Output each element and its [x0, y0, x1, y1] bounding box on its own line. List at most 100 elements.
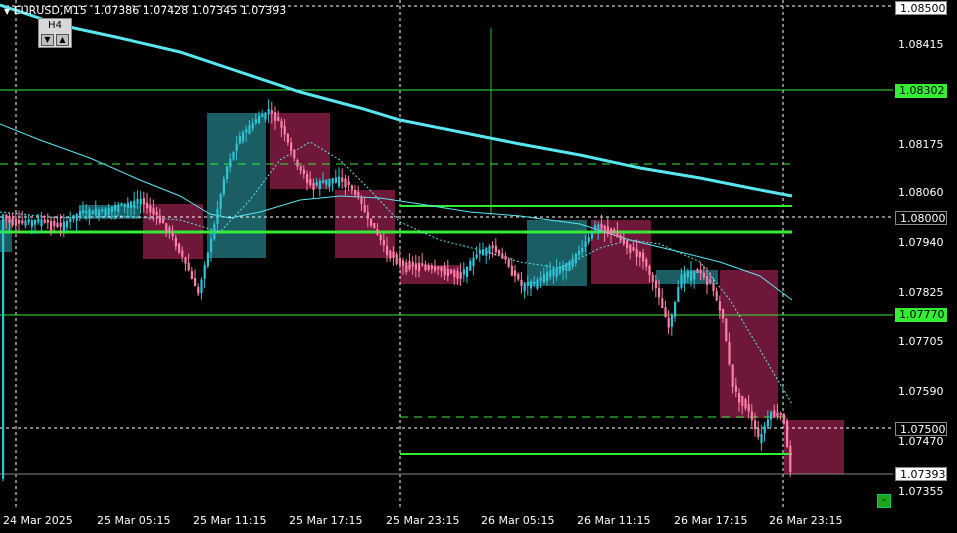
- candle-body: [421, 263, 424, 266]
- candle-body: [610, 228, 613, 235]
- candle-body: [709, 279, 712, 283]
- timeframe-up-button[interactable]: ▲: [56, 34, 69, 46]
- candle-body: [424, 264, 427, 271]
- candle-body: [91, 210, 94, 215]
- candle-body: [379, 234, 382, 241]
- symbol-name: EURUSD,M15: [13, 4, 87, 17]
- candle-body: [510, 265, 513, 276]
- time-label: 25 Mar 23:15: [386, 514, 460, 527]
- candle-body: [520, 279, 523, 286]
- candle-body: [101, 208, 104, 212]
- price-label: 1.08060: [898, 186, 944, 199]
- candle-body: [491, 245, 494, 249]
- candle-body: [418, 262, 421, 272]
- timeframe-down-button[interactable]: ▼: [41, 34, 54, 46]
- candle-body: [357, 191, 360, 198]
- candle-body: [766, 419, 769, 427]
- candle-body: [482, 249, 485, 256]
- candle-body: [776, 412, 779, 417]
- candle-body: [290, 142, 293, 152]
- price-label: 1.07940: [898, 236, 944, 249]
- candle-body: [322, 180, 325, 183]
- candle-body: [414, 263, 417, 270]
- candle-body: [539, 277, 542, 281]
- candle-body: [789, 445, 792, 472]
- candle-body: [722, 309, 725, 319]
- candle-body: [568, 261, 571, 272]
- candle-body: [69, 218, 72, 222]
- candle-body: [494, 245, 497, 253]
- candle-body: [354, 190, 357, 196]
- candle-body: [146, 202, 149, 209]
- chart-window[interactable]: { "title": { "symbol_line": "EURUSD,M15"…: [0, 0, 957, 533]
- candle-body: [376, 229, 379, 235]
- candle-body: [530, 281, 533, 289]
- time-label: 25 Mar 05:15: [97, 514, 171, 527]
- candle-body: [763, 425, 766, 434]
- candle-body: [408, 260, 411, 270]
- time-label: 25 Mar 17:15: [289, 514, 363, 527]
- candle-body: [126, 202, 129, 209]
- candle-body: [744, 399, 747, 409]
- candle-body: [558, 266, 561, 274]
- price-chart-plot[interactable]: [0, 0, 893, 510]
- candle-body: [402, 260, 405, 266]
- candle-body: [56, 222, 59, 227]
- candle-body: [603, 225, 606, 234]
- candle-body: [66, 221, 69, 228]
- candle-body: [104, 208, 107, 217]
- price-label: 1.08415: [898, 38, 944, 51]
- candle-body: [315, 182, 318, 185]
- candle-body: [264, 112, 267, 120]
- candle-body: [24, 220, 27, 226]
- candle-body: [251, 123, 254, 129]
- candle-body: [712, 283, 715, 291]
- price-tag-top: 1.08500: [895, 1, 947, 15]
- candle-body: [501, 253, 504, 259]
- candle-body: [456, 270, 459, 279]
- candle-body: [584, 241, 587, 247]
- minus-button[interactable]: -: [877, 494, 891, 508]
- price-label: 1.07470: [898, 435, 944, 448]
- candle-body: [782, 413, 785, 424]
- candle-body: [395, 254, 398, 264]
- candle-body: [174, 237, 177, 247]
- candle-body: [504, 255, 507, 260]
- candle-body: [670, 315, 673, 327]
- candle-body: [328, 178, 331, 187]
- candle-body: [168, 227, 171, 232]
- candle-body: [546, 272, 549, 282]
- candle-body: [616, 231, 619, 238]
- candle-body: [472, 257, 475, 267]
- price-label: 1.08175: [898, 138, 944, 151]
- candle-body: [626, 240, 629, 249]
- candle-body: [21, 220, 24, 224]
- time-label: 25 Mar 11:15: [193, 514, 267, 527]
- candle-body: [338, 176, 341, 187]
- candle-body: [114, 205, 117, 211]
- candle-body: [238, 136, 241, 144]
- candle-body: [149, 205, 152, 213]
- candle-body: [478, 250, 481, 254]
- candle-body: [498, 250, 501, 255]
- candle-body: [5, 214, 8, 221]
- candle-body: [203, 265, 206, 279]
- candle-body: [210, 238, 213, 253]
- candle-body: [139, 198, 142, 205]
- candle-body: [658, 287, 661, 298]
- candle-body: [613, 229, 616, 234]
- candle-body: [40, 219, 43, 227]
- candle-body: [50, 221, 53, 231]
- candle-body: [344, 178, 347, 188]
- candle-body: [715, 291, 718, 301]
- candle-body: [578, 250, 581, 256]
- candle-body: [690, 270, 693, 281]
- candle-body: [734, 385, 737, 392]
- timeframe-label: H4: [48, 20, 62, 31]
- price-label: 1.07705: [898, 335, 944, 348]
- candle-body: [94, 208, 97, 216]
- candle-body: [389, 250, 392, 259]
- candle-body: [341, 177, 344, 182]
- candle-body: [27, 219, 30, 223]
- time-label: 26 Mar 23:15: [769, 514, 843, 527]
